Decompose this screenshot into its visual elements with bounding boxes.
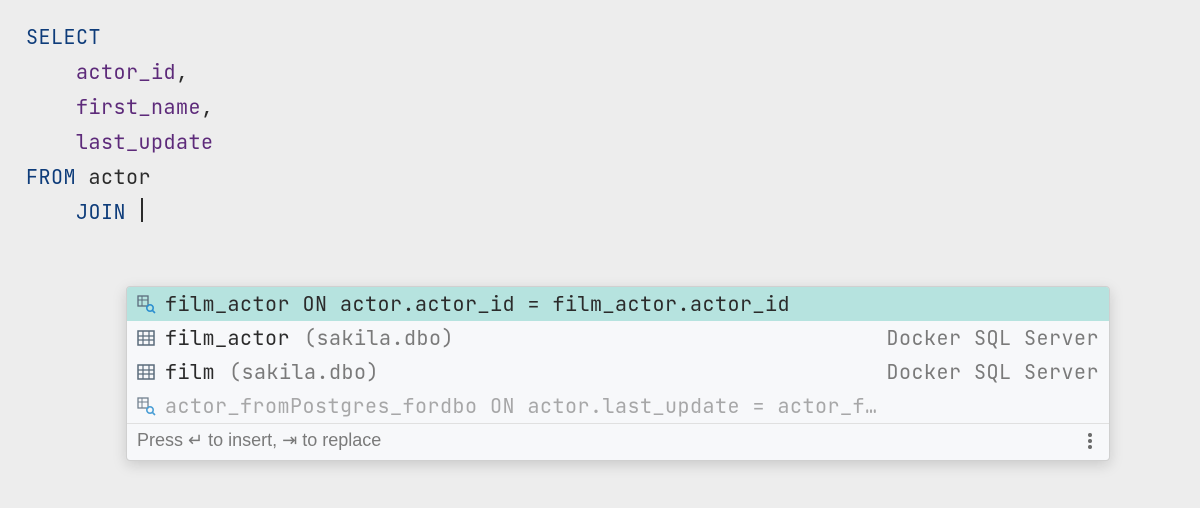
completion-list[interactable]: film_actor ON actor.actor_id = film_acto… (127, 287, 1109, 423)
completion-text: film (165, 360, 215, 384)
code-line: actor_id, (26, 55, 1174, 90)
column-ref: last_update (76, 129, 214, 155)
completion-text: actor_fromPostgres_fordbo ON actor.last_… (165, 394, 878, 418)
column-ref: first_name (76, 94, 201, 120)
completion-source: Docker SQL Server (887, 326, 1100, 350)
keyword-select: SELECT (26, 24, 101, 50)
code-line: FROM actor (26, 160, 1174, 195)
completion-item[interactable]: film_actor (sakila.dbo) Docker SQL Server (127, 321, 1109, 355)
column-ref: actor_id (76, 59, 176, 85)
join-key-icon (135, 293, 157, 315)
join-key-icon (135, 395, 157, 417)
text-caret (141, 198, 143, 222)
code-line: JOIN (26, 195, 1174, 230)
keyword-from: FROM (26, 164, 76, 190)
completion-source: Docker SQL Server (887, 360, 1100, 384)
completion-item[interactable]: actor_fromPostgres_fordbo ON actor.last_… (127, 389, 1109, 423)
table-icon (135, 361, 157, 383)
completion-location: (sakila.dbo) (229, 360, 379, 384)
completion-footer: Press ↵ to insert, ⇥ to replace (127, 423, 1109, 460)
more-options-icon[interactable] (1081, 432, 1099, 450)
completion-item[interactable]: film (sakila.dbo) Docker SQL Server (127, 355, 1109, 389)
table-ref: actor (89, 164, 152, 190)
completion-item[interactable]: film_actor ON actor.actor_id = film_acto… (127, 287, 1109, 321)
footer-hint: Press ↵ to insert, ⇥ to replace (137, 430, 1081, 452)
code-line: SELECT (26, 20, 1174, 55)
code-line: first_name, (26, 90, 1174, 125)
completion-text: film_actor (165, 326, 290, 350)
code-line: last_update (26, 125, 1174, 160)
completion-location: (sakila.dbo) (304, 326, 454, 350)
completion-popup: film_actor ON actor.actor_id = film_acto… (126, 286, 1110, 461)
table-icon (135, 327, 157, 349)
completion-text: film_actor ON actor.actor_id = film_acto… (165, 292, 790, 316)
sql-editor[interactable]: SELECT actor_id, first_name, last_update… (0, 0, 1200, 250)
keyword-join: JOIN (76, 199, 126, 225)
